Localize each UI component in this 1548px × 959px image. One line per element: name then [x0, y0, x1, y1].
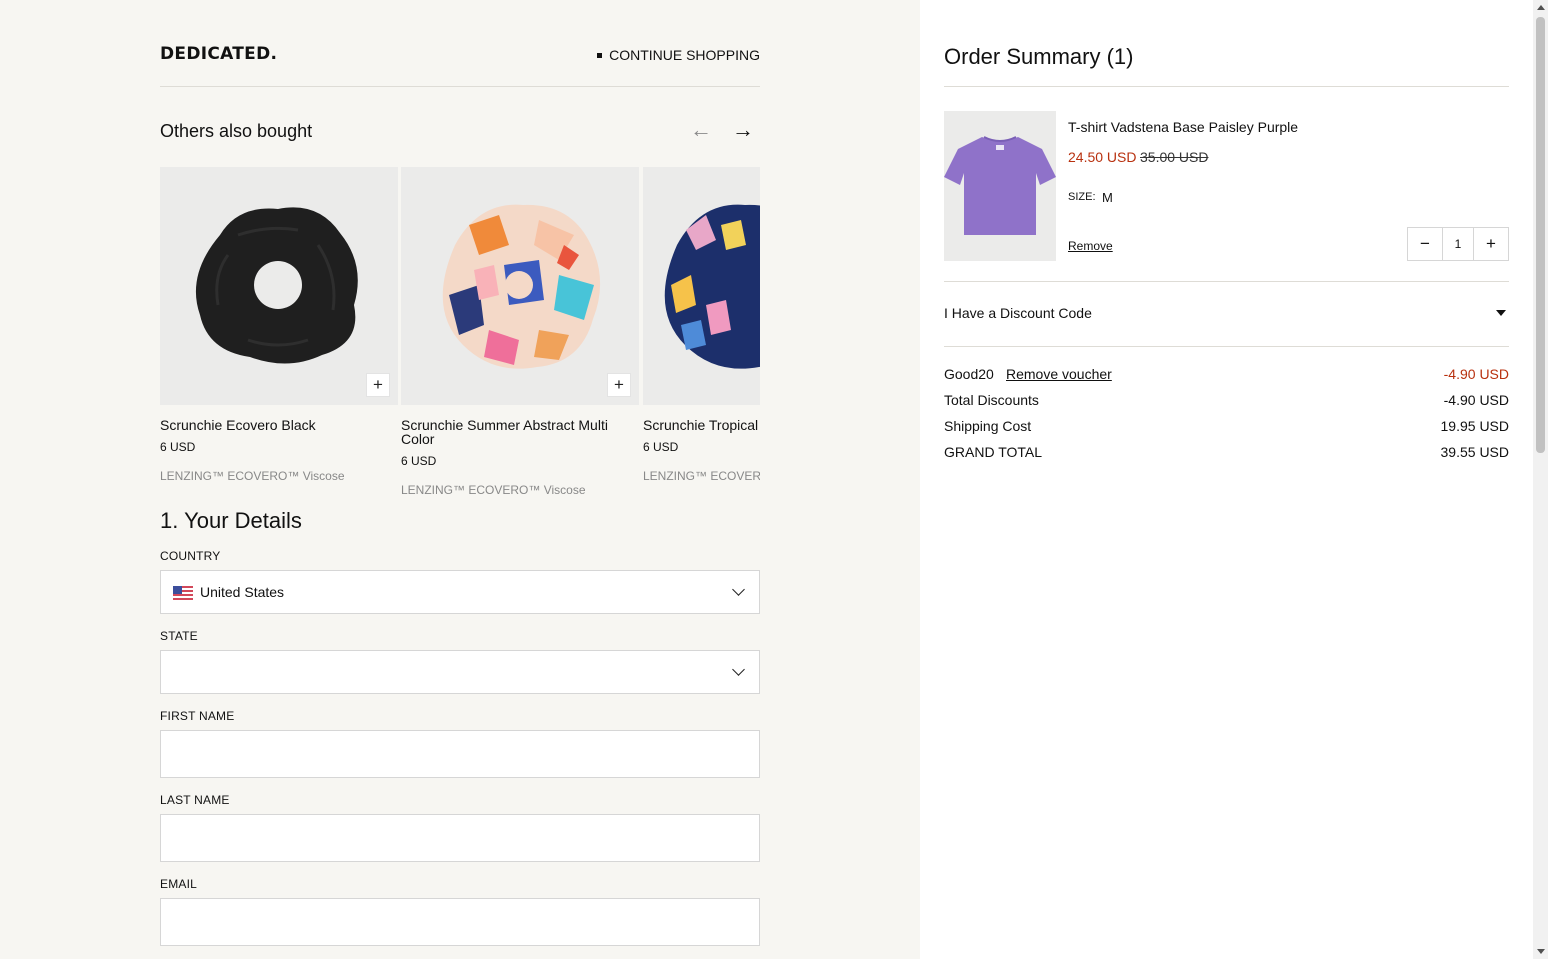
first-name-field[interactable]: [160, 730, 760, 778]
country-value: United States: [200, 584, 285, 600]
others-also-bought-title: Others also bought: [160, 121, 313, 141]
scrunchie-tropical-image: [664, 204, 760, 369]
total-discounts-label: Total Discounts: [944, 392, 1039, 408]
quantity-value: 1: [1442, 228, 1474, 260]
product-price: 6 USD: [643, 440, 679, 454]
first-name-label: FIRST NAME: [160, 709, 235, 723]
scrollbar-thumb[interactable]: [1536, 17, 1545, 453]
total-discounts-value: -4.90 USD: [1443, 392, 1509, 408]
voucher-row: Good20 Remove voucher -4.90 USD: [944, 366, 1509, 384]
continue-shopping-label: CONTINUE SHOPPING: [609, 47, 760, 63]
page-scrollbar[interactable]: [1533, 0, 1548, 959]
product-material: LENZING™ ECOVERO™ Viscose: [643, 469, 760, 483]
product-image[interactable]: +: [401, 167, 639, 405]
product-carousel: + Scrunchie Ecovero Black 6 USD LENZING™…: [160, 167, 760, 502]
scroll-up-icon[interactable]: [1537, 5, 1545, 10]
product-price: 6 USD: [401, 454, 437, 468]
checkout-header: DEDICATED. CONTINUE SHOPPING: [160, 44, 760, 87]
state-select[interactable]: [160, 650, 760, 694]
scrunchie-black-image: [195, 207, 358, 364]
arrow-right-icon[interactable]: →: [732, 118, 754, 142]
cart-item-sale-price: 24.50 USD: [1068, 149, 1137, 165]
shipping-label: Shipping Cost: [944, 418, 1032, 434]
tshirt-purple-image: [944, 136, 1056, 235]
email-field[interactable]: [160, 898, 760, 946]
order-summary-title: Order Summary (1): [944, 44, 1134, 69]
total-discounts-row: Total Discounts -4.90 USD: [944, 392, 1509, 410]
product-image[interactable]: [643, 167, 760, 405]
product-price: 6 USD: [160, 440, 196, 454]
grand-total-value: 39.55 USD: [1440, 444, 1509, 460]
state-label: STATE: [160, 629, 198, 643]
divider: [944, 86, 1509, 87]
voucher-amount: -4.90 USD: [1443, 366, 1509, 382]
remove-item-link[interactable]: Remove: [1068, 239, 1113, 253]
checkout-main: DEDICATED. CONTINUE SHOPPING Others also…: [0, 0, 920, 959]
add-to-cart-button[interactable]: +: [607, 373, 631, 397]
chevron-down-icon: [732, 583, 745, 596]
grand-total-row: GRAND TOTAL 39.55 USD: [944, 444, 1509, 462]
product-card[interactable]: + Scrunchie Ecovero Black 6 USD LENZING™…: [160, 167, 398, 483]
shipping-value: 19.95 USD: [1440, 418, 1509, 434]
discount-code-toggle[interactable]: I Have a Discount Code: [944, 305, 1092, 321]
country-select[interactable]: United States: [160, 570, 760, 614]
continue-shopping-link[interactable]: CONTINUE SHOPPING: [597, 47, 760, 63]
divider: [944, 346, 1509, 347]
grand-total-label: GRAND TOTAL: [944, 444, 1043, 460]
decrease-quantity-button[interactable]: −: [1408, 228, 1442, 260]
voucher-code: Good20: [944, 366, 994, 382]
your-details-title: 1. Your Details: [160, 508, 302, 533]
product-name[interactable]: Scrunchie Ecovero Black: [160, 418, 375, 432]
size-label: SIZE:: [1068, 191, 1096, 203]
product-image[interactable]: +: [160, 167, 398, 405]
scroll-down-icon[interactable]: [1537, 949, 1545, 954]
size-value: M: [1102, 190, 1113, 205]
product-name[interactable]: Scrunchie Summer Abstract Multi Color: [401, 418, 616, 446]
increase-quantity-button[interactable]: +: [1474, 228, 1508, 260]
square-bullet-icon: [597, 52, 603, 58]
product-material: LENZING™ ECOVERO™ Viscose: [401, 483, 586, 497]
remove-voucher-link[interactable]: Remove voucher: [1006, 366, 1112, 382]
last-name-label: LAST NAME: [160, 793, 230, 807]
shipping-row: Shipping Cost 19.95 USD: [944, 418, 1509, 436]
us-flag-icon: [173, 586, 193, 600]
divider: [944, 281, 1509, 282]
order-summary-panel: Order Summary (1) T-shirt Vadstena Base …: [920, 0, 1533, 959]
product-card[interactable]: Scrunchie Tropical 6 USD LENZING™ ECOVER…: [643, 167, 760, 483]
quantity-stepper: − 1 +: [1407, 227, 1509, 261]
last-name-field[interactable]: [160, 814, 760, 862]
caret-down-icon[interactable]: [1496, 310, 1506, 316]
add-to-cart-button[interactable]: +: [366, 373, 390, 397]
brand-logo[interactable]: DEDICATED.: [160, 44, 277, 64]
product-material: LENZING™ ECOVERO™ Viscose: [160, 469, 345, 483]
cart-item-image[interactable]: [944, 111, 1056, 261]
country-label: COUNTRY: [160, 549, 221, 563]
arrow-left-icon[interactable]: ←: [690, 118, 712, 142]
email-label: EMAIL: [160, 877, 198, 891]
cart-item-name[interactable]: T-shirt Vadstena Base Paisley Purple: [1068, 119, 1298, 135]
product-name[interactable]: Scrunchie Tropical: [643, 418, 760, 432]
chevron-down-icon: [732, 663, 745, 676]
cart-item-original-price: 35.00 USD: [1140, 149, 1209, 165]
product-card[interactable]: + Scrunchie Summer Abstract Multi Color …: [401, 167, 639, 497]
scrunchie-multicolor-image: [442, 204, 601, 369]
